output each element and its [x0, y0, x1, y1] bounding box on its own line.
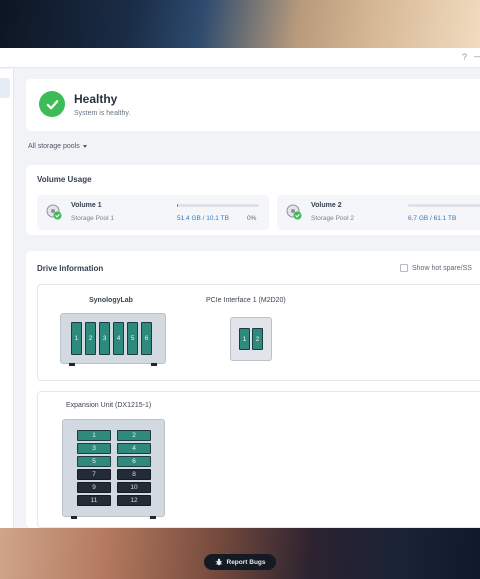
device-name-pcie: PCIe Interface 1 (M2D20) [206, 297, 286, 304]
health-status-card: Healthy System is healthy. [26, 79, 480, 131]
drive-bay[interactable]: 6 [117, 456, 151, 467]
drive-bay-empty[interactable]: 9 [77, 482, 111, 493]
drive-bay-empty[interactable]: 10 [117, 482, 151, 493]
report-bugs-label: Report Bugs [226, 558, 266, 566]
desktop-wallpaper-top [0, 0, 480, 48]
drive-bay[interactable]: 3 [99, 322, 110, 355]
device-name-synologylab: SynologyLab [89, 297, 133, 304]
volume-usage-bar [408, 204, 480, 207]
host-devices-panel: SynologyLab 1 2 3 4 5 6 PCIe Interface 1… [37, 284, 480, 381]
drive-bay-empty[interactable]: 11 [77, 495, 111, 506]
drive-bay[interactable]: 2 [117, 430, 151, 441]
drive-bay[interactable]: 2 [85, 322, 96, 355]
volume-percent: 0% [247, 215, 257, 222]
volume-name: Volume 1 [71, 202, 102, 209]
chassis-foot [71, 516, 77, 519]
sidebar [0, 69, 14, 528]
window-titlebar: ? — [0, 48, 480, 68]
storage-manager-window: ? — Healthy System is healthy. All stora… [0, 48, 480, 528]
drive-bay[interactable]: 5 [77, 456, 111, 467]
drive-bay[interactable]: 1 [239, 328, 250, 350]
volume-used-text: 6.7 GB / 61.1 TB [408, 215, 457, 222]
health-title: Healthy [74, 92, 118, 106]
volume-usage-title: Volume Usage [37, 175, 92, 184]
volume-usage-bar [177, 204, 259, 207]
checkbox-icon [400, 264, 408, 272]
nas-chassis-synologylab[interactable]: 1 2 3 4 5 6 [60, 313, 166, 366]
volume-used-text: 51.4 GB / 10.1 TB [177, 215, 229, 222]
drive-bay[interactable]: 4 [113, 322, 124, 355]
healthy-check-icon [39, 91, 65, 117]
drive-bay[interactable]: 3 [77, 443, 111, 454]
volume-healthy-icon [46, 204, 62, 220]
drive-bay[interactable]: 4 [117, 443, 151, 454]
health-subtitle: System is healthy. [74, 110, 131, 117]
volume-item-1[interactable]: Volume 1 Storage Pool 1 51.4 GB / 10.1 T… [37, 195, 269, 230]
volume-healthy-icon [286, 204, 302, 220]
drive-bay[interactable]: 5 [127, 322, 138, 355]
help-icon[interactable]: ? [462, 52, 467, 62]
drive-bay[interactable]: 1 [71, 322, 82, 355]
volume-pool: Storage Pool 1 [71, 215, 115, 222]
filter-label: All storage pools [28, 143, 80, 150]
chassis-foot [150, 516, 156, 519]
drive-bay[interactable]: 2 [252, 328, 263, 350]
drive-information-card: Drive Information Show hot spare/SS Syno… [26, 251, 480, 528]
drive-information-title: Drive Information [37, 264, 104, 273]
sidebar-item-overview[interactable] [0, 78, 10, 98]
bug-icon [215, 558, 222, 566]
storage-pool-filter-dropdown[interactable]: All storage pools [28, 143, 87, 150]
volume-usage-card: Volume Usage Volume 1 Storage Pool 1 51.… [26, 165, 480, 235]
drive-bay-empty[interactable]: 12 [117, 495, 151, 506]
drive-bay-empty[interactable]: 7 [77, 469, 111, 480]
caret-down-icon [82, 145, 87, 148]
show-hot-spare-checkbox[interactable]: Show hot spare/SS [400, 264, 472, 272]
pcie-card-m2d20[interactable]: 1 2 [230, 317, 272, 361]
drive-bay[interactable]: 6 [141, 322, 152, 355]
chassis-foot [69, 363, 75, 366]
drive-bay[interactable]: 1 [77, 430, 111, 441]
volume-item-2[interactable]: Volume 2 Storage Pool 2 6.7 GB / 61.1 TB [277, 195, 480, 230]
chassis-foot [151, 363, 157, 366]
volume-pool: Storage Pool 2 [311, 215, 355, 222]
minimize-icon[interactable]: — [474, 51, 480, 61]
expansion-chassis-dx1215[interactable]: 1 2 3 4 5 6 7 8 9 10 11 12 [62, 419, 165, 519]
device-name-expansion: Expansion Unit (DX1215-1) [66, 402, 152, 409]
drive-bay-empty[interactable]: 8 [117, 469, 151, 480]
report-bugs-button[interactable]: Report Bugs [204, 554, 276, 570]
volume-name: Volume 2 [311, 202, 342, 209]
hot-spare-label: Show hot spare/SS [412, 264, 472, 272]
expansion-devices-panel: Expansion Unit (DX1215-1) 1 2 3 4 5 6 7 … [37, 391, 480, 528]
